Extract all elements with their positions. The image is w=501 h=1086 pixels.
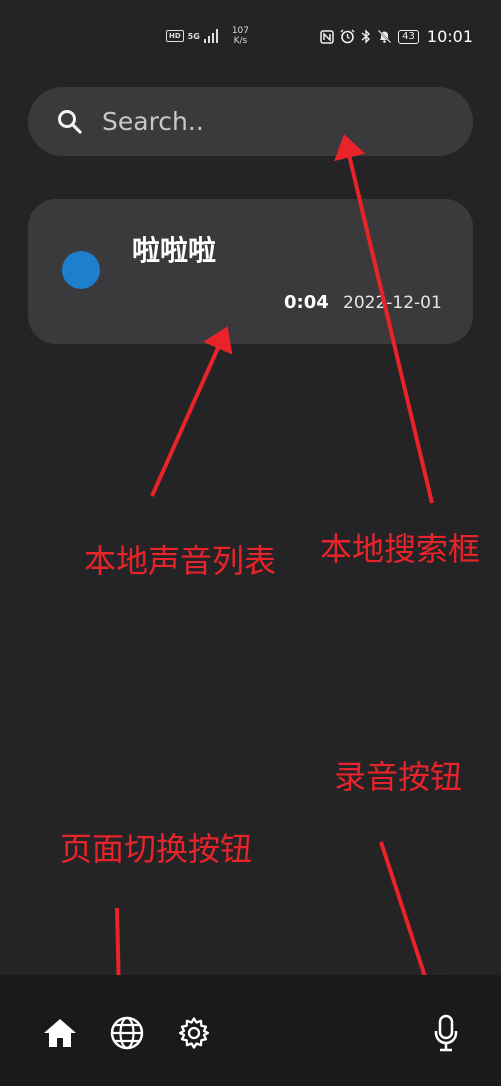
search-input[interactable]	[100, 106, 424, 137]
globe-icon	[110, 1016, 144, 1050]
network-speed-unit: K/s	[233, 36, 248, 46]
nav-globe-button[interactable]	[108, 1014, 146, 1052]
nav-settings-button[interactable]	[175, 1014, 213, 1052]
annotation-page-switch: 页面切换按钮	[60, 830, 253, 868]
signal-icon	[203, 29, 218, 43]
record-list-item[interactable]: 啦啦啦 0:04 2022-12-01	[28, 199, 473, 344]
search-box[interactable]	[28, 87, 473, 156]
bluetooth-icon	[361, 29, 371, 44]
record-button[interactable]	[427, 1014, 465, 1052]
nav-home-button[interactable]	[41, 1014, 79, 1052]
nfc-icon	[320, 29, 334, 44]
annotation-sound-list: 本地声音列表	[84, 542, 277, 580]
bell-muted-icon	[377, 29, 392, 44]
record-duration: 0:04	[284, 292, 329, 313]
search-icon	[58, 109, 82, 134]
alarm-icon	[340, 29, 355, 44]
record-status-dot	[62, 251, 100, 289]
hd-badge: HD	[166, 30, 184, 42]
annotation-record-button: 录音按钮	[334, 758, 463, 796]
status-bar: HD 5G 107 K/s 43 10:01	[0, 0, 501, 76]
network-speed-value: 107	[231, 26, 249, 36]
battery-indicator: 43	[398, 29, 419, 44]
record-title: 啦啦啦	[132, 234, 217, 267]
microphone-icon	[434, 1014, 458, 1052]
clock: 10:01	[426, 27, 473, 46]
network-type: 5G	[187, 31, 200, 41]
arrow-to-sound-list	[150, 326, 233, 497]
network-speed: 107 K/s	[232, 26, 249, 46]
home-icon	[44, 1019, 76, 1047]
gear-icon	[178, 1017, 210, 1049]
annotation-search-box: 本地搜索框	[320, 530, 481, 568]
record-date: 2022-12-01	[343, 293, 442, 313]
status-left: HD 5G 107 K/s	[166, 26, 249, 46]
status-right: 43 10:01	[320, 27, 473, 46]
